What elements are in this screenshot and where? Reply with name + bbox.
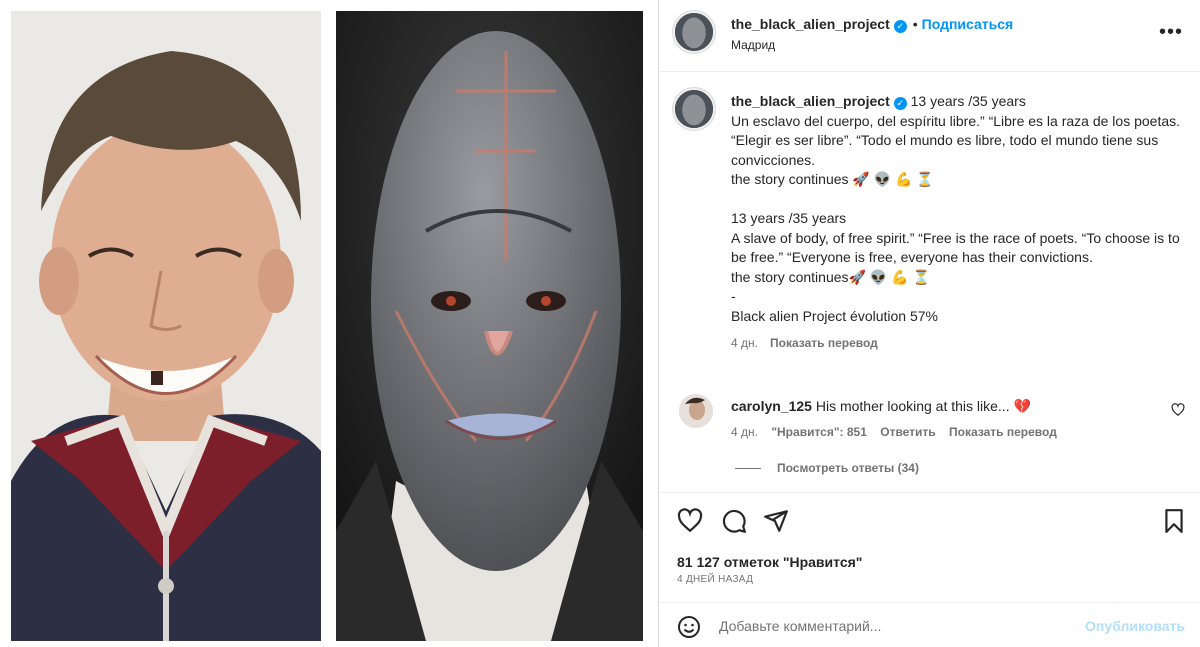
caption-line	[731, 190, 1181, 210]
caption-translate-button[interactable]: Показать перевод	[770, 336, 878, 350]
photo-tattooed-face	[336, 11, 643, 641]
view-replies-button[interactable]: Посмотреть ответы (34)	[735, 461, 919, 475]
caption-line: the story continues 🚀 👽 💪 ⏳	[731, 171, 934, 187]
caption-line: Un esclavo del cuerpo, del espíritu libr…	[731, 112, 1181, 168]
more-options-icon[interactable]: •••	[1159, 22, 1183, 42]
follow-button[interactable]: Подписаться	[922, 16, 1014, 32]
caption-line: the story continues🚀 👽 💪 ⏳	[731, 268, 930, 285]
separator-dot: •	[912, 16, 918, 32]
comment-icon[interactable]	[721, 508, 747, 534]
author-username[interactable]: the_black_alien_project	[731, 16, 890, 32]
emoji-icon[interactable]	[677, 615, 701, 639]
comment-body: carolyn_125 His mother looking at this l…	[731, 397, 1151, 415]
caption-username[interactable]: the_black_alien_project	[731, 93, 890, 109]
photo-boy	[11, 11, 321, 641]
caption-line: -	[731, 288, 736, 304]
author-line: the_black_alien_project ✓ • Подписаться	[731, 16, 1013, 33]
post-actions: 81 127 отметок "Нравится" 4 ДНЕЙ НАЗАД О…	[659, 492, 1200, 647]
caption-section: the_black_alien_project ✓ 13 years /35 ye…	[659, 72, 1200, 492]
publish-button[interactable]: Опубликовать	[1085, 618, 1185, 634]
replies-divider	[735, 468, 761, 470]
author-avatar[interactable]	[673, 11, 715, 53]
comment-text: His mother looking at this like... 💔	[815, 398, 1031, 414]
likes-count[interactable]: 81 127 отметок "Нравится"	[677, 554, 862, 570]
caption-meta: 4 дн. Показать перевод	[731, 334, 1181, 354]
bookmark-icon[interactable]	[1161, 508, 1187, 534]
comment-input[interactable]	[719, 615, 1079, 637]
comment-like-heart-icon[interactable]	[1171, 403, 1185, 417]
post-media[interactable]	[0, 0, 658, 647]
comment-likes[interactable]: "Нравится": 851	[771, 425, 867, 439]
share-icon[interactable]	[763, 508, 789, 534]
view-replies-label: Посмотреть ответы (34)	[777, 461, 919, 475]
commenter-avatar[interactable]	[679, 394, 713, 428]
post-panel: the_black_alien_project ✓ • Подписаться Мад…	[658, 0, 1200, 647]
add-comment-bar: Опубликовать	[659, 602, 1200, 647]
caption-text: the_black_alien_project ✓ 13 years /35 ye…	[731, 92, 1181, 354]
caption-avatar[interactable]	[673, 88, 715, 130]
comment-meta: 4 дн. "Нравится": 851 Ответить Показать …	[731, 425, 1067, 439]
post-location[interactable]: Мадрид	[731, 38, 775, 52]
post-date[interactable]: 4 ДНЕЙ НАЗАД	[677, 574, 753, 585]
caption-line: 13 years /35 years	[910, 93, 1026, 109]
comment-time[interactable]: 4 дн.	[731, 425, 758, 439]
comment-translate-button[interactable]: Показать перевод	[949, 425, 1057, 439]
caption-time[interactable]: 4 дн.	[731, 336, 758, 350]
verified-icon: ✓	[893, 20, 907, 33]
verified-icon: ✓	[893, 97, 907, 110]
commenter-username[interactable]: carolyn_125	[731, 398, 812, 414]
reply-button[interactable]: Ответить	[880, 425, 935, 439]
post-header: the_black_alien_project ✓ • Подписаться Мад…	[659, 0, 1200, 72]
caption-line: A slave of body, of free spirit.” “Free …	[731, 229, 1180, 266]
caption-line: Black alien Project évolution 57%	[731, 307, 939, 324]
caption-line: 13 years /35 years	[731, 210, 847, 226]
heart-icon[interactable]	[677, 508, 703, 534]
